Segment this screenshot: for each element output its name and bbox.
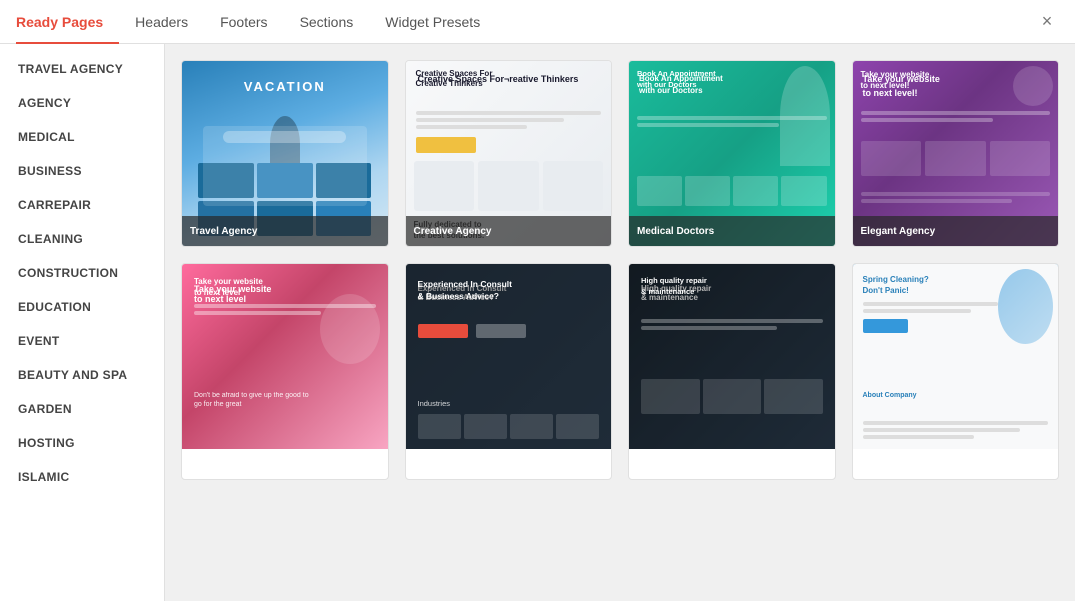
card-elegant-agency[interactable]: Take your websiteto next level! bbox=[852, 60, 1060, 247]
repair-subtext bbox=[641, 319, 823, 333]
content-area: Travel Agency Creative Spaces ForCreativ… bbox=[165, 44, 1075, 601]
sidebar-item-carrepair[interactable]: CARREPAIR bbox=[0, 188, 164, 222]
sidebar-item-islamic[interactable]: ISLAMIC bbox=[0, 460, 164, 494]
card-bottom-spacer2 bbox=[406, 449, 612, 479]
elegant-deco bbox=[1013, 66, 1053, 106]
cleaning-deco bbox=[998, 269, 1053, 344]
sidebar-item-agency[interactable]: AGENCY bbox=[0, 86, 164, 120]
medical-content bbox=[637, 116, 827, 130]
card-business-consult[interactable]: Experienced In Consult& Business Advice?… bbox=[405, 263, 613, 480]
agency2-lower: Don't be afraid to give up the good togo… bbox=[194, 391, 376, 409]
business-subtext: Industries bbox=[418, 399, 600, 409]
tab-ready-pages[interactable]: Ready Pages bbox=[16, 0, 119, 44]
card-preview-cleaning: Spring Cleaning?Don't Panic! About Compa… bbox=[853, 264, 1059, 449]
agency2-deco-circle bbox=[320, 294, 380, 364]
close-button[interactable]: × bbox=[1035, 10, 1059, 34]
card-bottom-spacer4 bbox=[853, 449, 1059, 479]
sidebar-item-business[interactable]: BUSINESS bbox=[0, 154, 164, 188]
sidebar-item-beauty-and-spa[interactable]: BEAUTY AND SPA bbox=[0, 358, 164, 392]
cleaning-content: Spring Cleaning?Don't Panic! bbox=[863, 274, 999, 333]
cleaning-about: About Company bbox=[863, 392, 917, 399]
template-grid: Travel Agency Creative Spaces ForCreativ… bbox=[181, 60, 1059, 480]
elegant-lower bbox=[861, 192, 1051, 206]
elegant-content bbox=[861, 111, 1051, 125]
card-bottom-spacer bbox=[182, 449, 388, 479]
card-label-medical: Medical Doctors bbox=[629, 216, 835, 246]
sidebar-item-education[interactable]: EDUCATION bbox=[0, 290, 164, 324]
sidebar-item-hosting[interactable]: HOSTING bbox=[0, 426, 164, 460]
card-preview-repair: High quality repair& maintenance bbox=[629, 264, 835, 449]
medical-headline: Book An Appointmentwith our Doctors bbox=[637, 69, 780, 90]
card-repair[interactable]: High quality repair& maintenance bbox=[628, 263, 836, 480]
preview-cleaning: Spring Cleaning?Don't Panic! About Compa… bbox=[853, 264, 1059, 449]
preview-business: Experienced In Consult& Business Advice?… bbox=[406, 264, 612, 449]
card-label-creative: Creative Agency bbox=[406, 216, 612, 246]
card-preview-agency2: Take your websiteto next level Don't be … bbox=[182, 264, 388, 449]
sidebar-item-cleaning[interactable]: CLEANING bbox=[0, 222, 164, 256]
elegant-headline: Take your websiteto next level! bbox=[861, 69, 1009, 91]
main-layout: TRAVEL AGENCY AGENCY MEDICAL BUSINESS CA… bbox=[0, 44, 1075, 601]
repair-stats bbox=[641, 379, 823, 414]
card-preview-business: Experienced In Consult& Business Advice?… bbox=[406, 264, 612, 449]
medical-stats bbox=[637, 176, 827, 206]
sidebar-item-medical[interactable]: MEDICAL bbox=[0, 120, 164, 154]
travel-person-figure bbox=[270, 116, 300, 171]
travel-deco-1 bbox=[223, 131, 346, 143]
card-agency2[interactable]: Take your websiteto next level Don't be … bbox=[181, 263, 389, 480]
preview-agency2: Take your websiteto next level Don't be … bbox=[182, 264, 388, 449]
sidebar-item-garden[interactable]: GARDEN bbox=[0, 392, 164, 426]
header: Ready Pages Headers Footers Sections Wid… bbox=[0, 0, 1075, 44]
card-label-travel: Travel Agency bbox=[182, 216, 388, 246]
card-travel-agency[interactable]: Travel Agency bbox=[181, 60, 389, 247]
tab-sections[interactable]: Sections bbox=[284, 0, 370, 44]
tab-widget-presets[interactable]: Widget Presets bbox=[369, 0, 496, 44]
repair-content: High quality repair& maintenance bbox=[641, 276, 823, 297]
card-creative-agency[interactable]: Creative Spaces ForCreative Thinkers bbox=[405, 60, 613, 247]
creative-body bbox=[416, 111, 602, 158]
card-bottom-spacer3 bbox=[629, 449, 835, 479]
business-icons bbox=[418, 414, 600, 439]
cleaning-about-content bbox=[863, 421, 1049, 439]
creative-services bbox=[414, 161, 604, 211]
elegant-services bbox=[861, 141, 1051, 176]
sidebar-item-construction[interactable]: CONSTRUCTION bbox=[0, 256, 164, 290]
card-medical-doctors[interactable]: Book An Appointmentwith our Doctors bbox=[628, 60, 836, 247]
sidebar: TRAVEL AGENCY AGENCY MEDICAL BUSINESS CA… bbox=[0, 44, 165, 601]
tab-headers[interactable]: Headers bbox=[119, 0, 204, 44]
tab-footers[interactable]: Footers bbox=[204, 0, 283, 44]
card-cleaning[interactable]: Spring Cleaning?Don't Panic! About Compa… bbox=[852, 263, 1060, 480]
card-label-elegant: Elegant Agency bbox=[853, 216, 1059, 246]
sidebar-item-travel-agency[interactable]: TRAVEL AGENCY bbox=[0, 52, 164, 86]
business-headline: Experienced In Consult& Business Advice? bbox=[418, 279, 600, 303]
creative-headline: Creative Spaces ForCreative Thinkers bbox=[416, 69, 602, 90]
sidebar-item-event[interactable]: EVENT bbox=[0, 324, 164, 358]
preview-repair: High quality repair& maintenance bbox=[629, 264, 835, 449]
business-buttons bbox=[418, 324, 526, 343]
